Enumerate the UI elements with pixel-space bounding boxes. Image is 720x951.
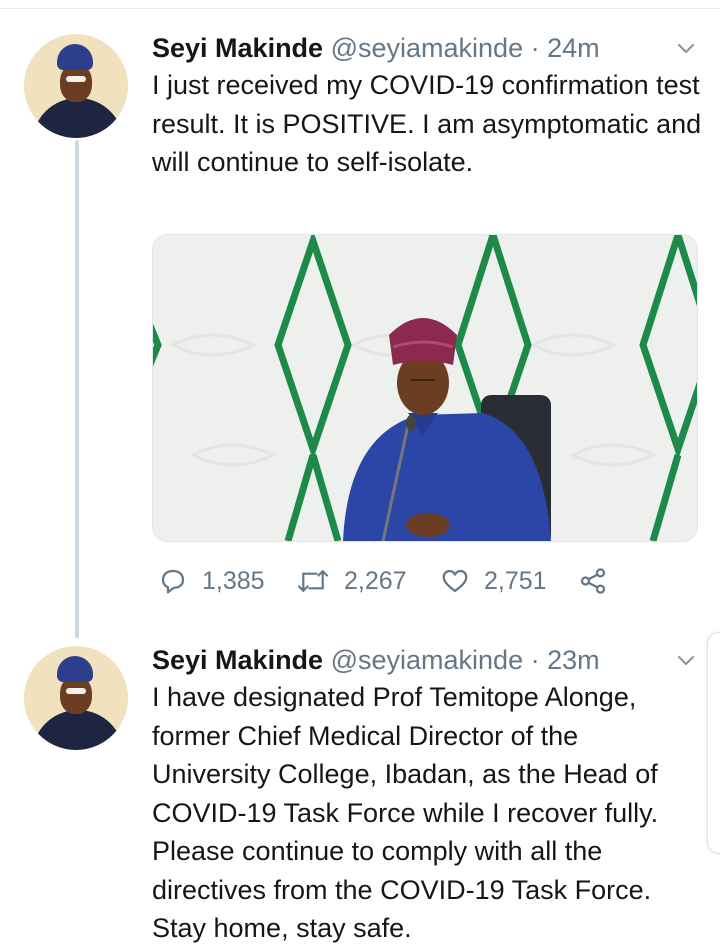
retweet-button[interactable]: 2,267 <box>296 564 407 598</box>
avatar-smile <box>66 76 86 82</box>
thread-connector <box>75 140 79 638</box>
reply-icon <box>161 569 185 594</box>
avatar[interactable] <box>24 646 128 750</box>
author-name[interactable]: Seyi Makinde <box>152 33 323 63</box>
reply-button[interactable]: 1,385 <box>158 564 265 598</box>
tweet-header: Seyi Makinde @seyiamakinde · 24m <box>152 30 672 66</box>
tweet-text: I have designated Prof Temitope Alonge, … <box>152 682 659 943</box>
like-count: 2,751 <box>484 566 547 595</box>
timestamp[interactable]: 23m <box>547 645 600 675</box>
tweet-text: I just received my COVID-19 confirmation… <box>152 70 702 177</box>
chevron-down-icon[interactable] <box>674 648 698 672</box>
share-button[interactable] <box>578 564 608 598</box>
photo-illustration <box>153 235 697 541</box>
avatar-body <box>32 98 124 138</box>
avatar-body <box>32 710 124 750</box>
share-icon <box>580 568 606 594</box>
author-name[interactable]: Seyi Makinde <box>152 645 323 675</box>
reply-count: 1,385 <box>202 566 265 595</box>
like-icon <box>442 569 468 593</box>
tweet-photo[interactable] <box>152 234 698 542</box>
floating-panel-edge <box>707 632 720 854</box>
retweet-count: 2,267 <box>344 566 407 595</box>
author-handle[interactable]: @seyiamakinde <box>331 33 524 63</box>
avatar-cap <box>57 656 93 682</box>
retweet-icon <box>297 570 329 592</box>
separator: · <box>530 645 540 675</box>
tweet-header: Seyi Makinde @seyiamakinde · 23m <box>152 642 672 678</box>
separator: · <box>530 33 540 63</box>
chevron-down-icon[interactable] <box>674 36 698 60</box>
timestamp[interactable]: 24m <box>547 33 600 63</box>
like-button[interactable]: 2,751 <box>440 564 547 598</box>
top-divider <box>0 8 720 9</box>
avatar-smile <box>66 688 86 694</box>
avatar-cap <box>57 44 93 70</box>
avatar[interactable] <box>24 34 128 138</box>
author-handle[interactable]: @seyiamakinde <box>331 645 524 675</box>
